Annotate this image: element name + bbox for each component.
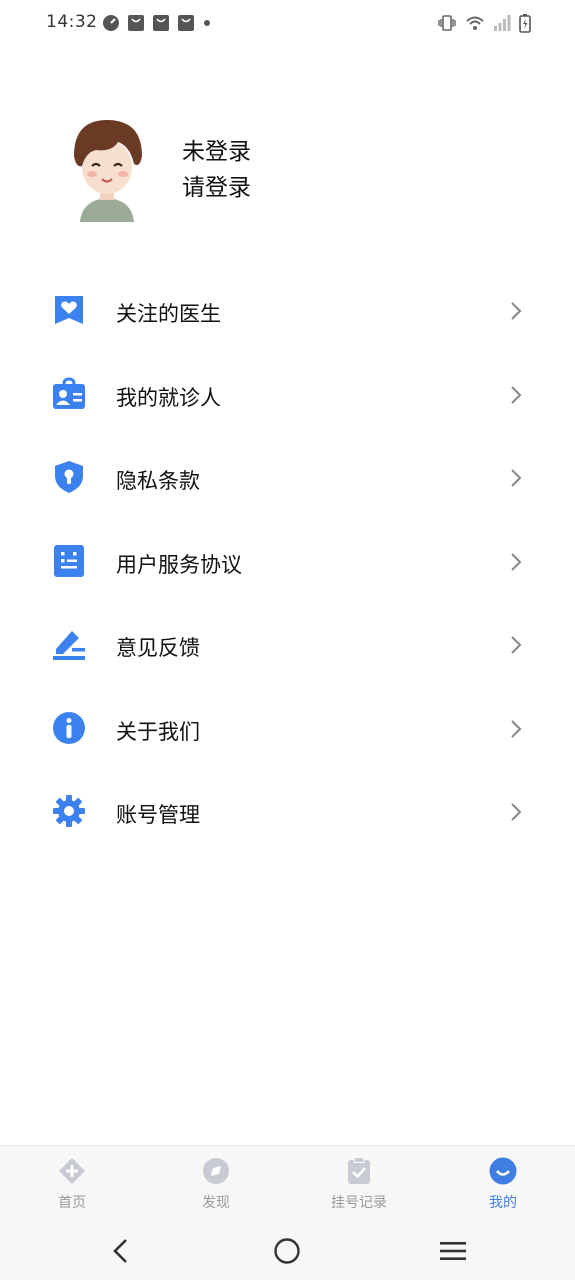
tab-label: 我的 (489, 1195, 517, 1211)
tab-label: 挂号记录 (331, 1195, 387, 1211)
status-bar: 14:32 (0, 0, 575, 48)
home-plus-icon (59, 1158, 85, 1184)
menu-item-account-management[interactable]: 账号管理 (0, 770, 575, 854)
notification-icons (102, 14, 212, 32)
profile-name: 未登录 (182, 139, 251, 165)
menu-label: 账号管理 (116, 803, 200, 827)
chevron-right-icon (511, 719, 522, 738)
smile-icon (489, 1157, 517, 1185)
menu-item-user-agreement[interactable]: 用户服务协议 (0, 520, 575, 604)
menu-label: 我的就诊人 (116, 385, 221, 410)
menu-item-privacy-policy[interactable]: 隐私条款 (0, 436, 575, 520)
back-icon[interactable] (106, 1235, 138, 1267)
tab-label: 首页 (58, 1195, 86, 1211)
agreement-doc-icon (54, 544, 84, 577)
tab-home[interactable]: 首页 (22, 1146, 122, 1223)
vibrate-icon (438, 15, 456, 31)
speedometer-icon (103, 15, 119, 31)
tab-mine[interactable]: 我的 (453, 1146, 553, 1223)
menu-item-feedback[interactable]: 意见反馈 (0, 603, 575, 687)
heart-bookmark-icon (55, 296, 83, 324)
chevron-right-icon (511, 636, 522, 654)
settings-menu: 关注的医生 我的就诊人 隐私条款 用户服务协议 意见反馈 关于我们 账号管理 (0, 269, 575, 854)
bag-icon (178, 15, 194, 31)
menu-item-followed-doctors[interactable]: 关注的医生 (0, 269, 575, 353)
menu-item-my-patients[interactable]: 我的就诊人 (0, 353, 575, 437)
login-link[interactable]: 请登录 (182, 168, 251, 202)
bag-icon (153, 15, 169, 31)
wifi-icon (466, 16, 484, 30)
compass-icon (203, 1158, 229, 1184)
menu-label: 用户服务协议 (116, 552, 242, 577)
menu-label: 关于我们 (116, 719, 200, 744)
shield-lock-icon (55, 461, 83, 493)
home-circle-icon[interactable] (271, 1235, 303, 1267)
chevron-right-icon (511, 552, 522, 571)
menu-label: 意见反馈 (116, 636, 200, 660)
dot-icon (204, 20, 210, 26)
tab-discover[interactable]: 发现 (166, 1146, 266, 1223)
menu-label: 隐私条款 (116, 469, 200, 493)
profile-header[interactable]: 未登录 请登录 (52, 112, 522, 222)
chevron-right-icon (511, 469, 522, 487)
chevron-right-icon (511, 803, 522, 821)
battery-icon (519, 14, 531, 33)
tab-label: 发现 (202, 1195, 230, 1211)
tab-appointments[interactable]: 挂号记录 (309, 1146, 409, 1223)
menu-icon[interactable] (437, 1235, 469, 1267)
screen: 14:32 未登录 请登录 关注的医生 我的就诊人 隐私条款 用户服务协议 意见… (0, 0, 575, 1280)
avatar[interactable] (52, 112, 162, 222)
bottom-tab-bar: 首页 发现 挂号记录 我的 (0, 1145, 575, 1223)
chevron-right-icon (511, 302, 522, 320)
status-time: 14:32 (46, 12, 98, 32)
system-nav-bar (0, 1222, 575, 1280)
menu-label: 关注的医生 (116, 302, 221, 326)
patient-card-icon (53, 376, 85, 409)
menu-item-about-us[interactable]: 关于我们 (0, 687, 575, 771)
signal-icon (494, 15, 511, 31)
feedback-edit-icon (53, 631, 85, 660)
chevron-right-icon (511, 385, 522, 404)
clipboard-check-icon (348, 1157, 370, 1184)
system-status-icons (437, 13, 531, 33)
bag-icon (128, 15, 144, 31)
info-icon (53, 711, 85, 744)
gear-icon (53, 795, 85, 827)
